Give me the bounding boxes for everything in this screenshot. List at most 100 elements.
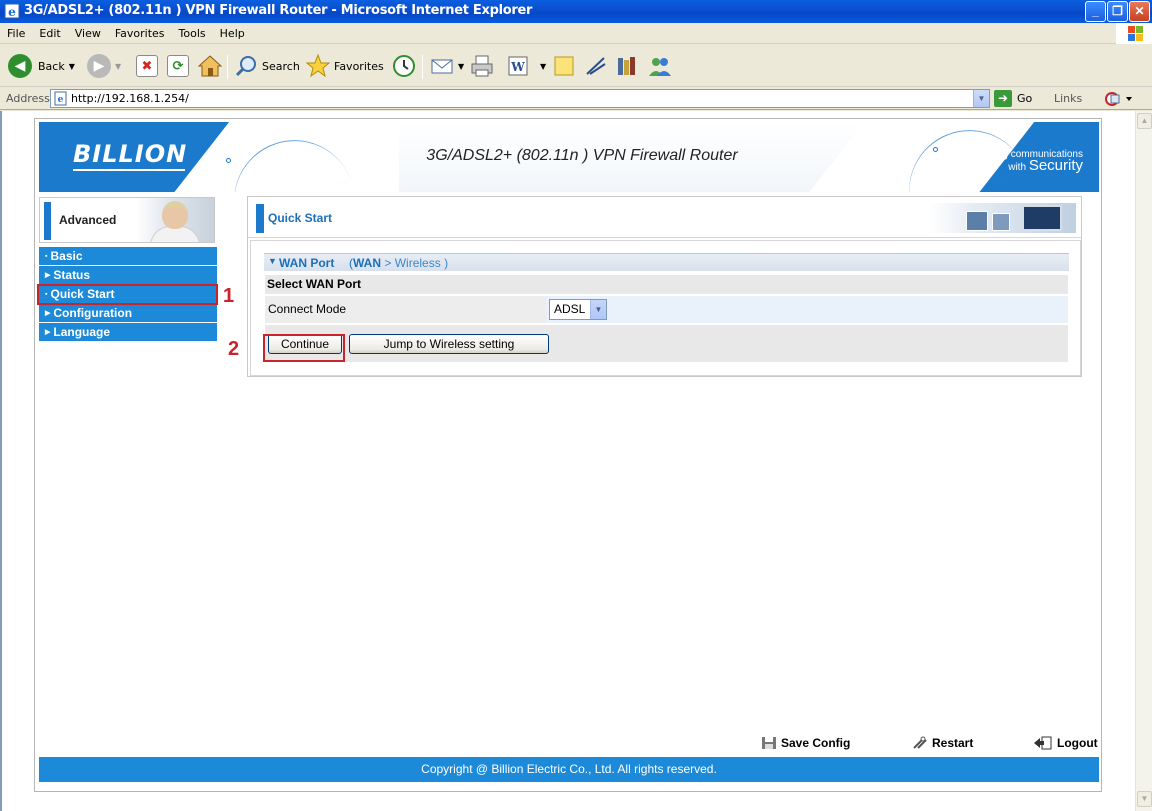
favorites-button[interactable]: Favorites xyxy=(306,53,384,79)
highlight-continue xyxy=(263,334,345,362)
connect-mode-value: ADSL xyxy=(554,302,586,316)
maximize-button[interactable]: ❐ xyxy=(1107,1,1128,22)
forward-dropdown-icon[interactable]: ▼ xyxy=(115,62,121,71)
sidebar-item-label: Status xyxy=(53,268,91,282)
router-page: BILLION 3G/ADSL2+ (802.11n ) VPN Firewal… xyxy=(34,118,1102,792)
sidebar-item-status[interactable]: ▶ Status xyxy=(39,266,217,284)
browser-viewport: ▲ ▼ BILLION 3G/ADSL2+ (802.11n ) VPN Fir… xyxy=(0,111,1152,811)
discuss-button[interactable] xyxy=(552,53,576,79)
forward-button[interactable]: ▶ ▼ xyxy=(87,53,121,79)
menu-help[interactable]: Help xyxy=(213,23,252,44)
home-button[interactable] xyxy=(198,53,222,79)
jump-to-wireless-button[interactable]: Jump to Wireless setting xyxy=(349,334,549,354)
mail-button[interactable]: ▼ xyxy=(430,53,464,79)
select-wan-port-header: Select WAN Port xyxy=(265,275,1068,294)
connect-mode-select[interactable]: ADSL ▼ xyxy=(549,299,607,320)
tagline-with: with xyxy=(1008,162,1027,173)
scroll-up-icon[interactable]: ▲ xyxy=(1137,113,1152,129)
menu-tools[interactable]: Tools xyxy=(172,23,213,44)
address-url: http://192.168.1.254/ xyxy=(71,92,189,105)
save-config-button[interactable]: Save Config xyxy=(761,736,850,750)
edit-dropdown-icon[interactable]: ▼ xyxy=(540,62,546,71)
note-icon xyxy=(554,56,574,76)
search-button[interactable]: Search xyxy=(235,53,300,79)
back-button[interactable]: ◀ Back ▼ xyxy=(8,53,75,79)
menu-view[interactable]: View xyxy=(68,23,108,44)
contacts-icon xyxy=(649,58,671,76)
tagline-security: Security xyxy=(1028,157,1083,174)
logout-label: Logout xyxy=(1057,736,1098,750)
sidebar-item-language[interactable]: ▶ Language xyxy=(39,323,217,341)
address-dropdown-icon[interactable]: ▼ xyxy=(973,90,989,107)
menu-edit[interactable]: Edit xyxy=(32,23,67,44)
edit-button[interactable]: W ▼ xyxy=(506,53,546,79)
save-config-label: Save Config xyxy=(781,736,851,750)
go-button[interactable]: ➜ Go xyxy=(994,90,1032,107)
links-label[interactable]: Links xyxy=(1054,92,1082,105)
page-icon: e xyxy=(54,91,67,106)
links-menu-icon[interactable] xyxy=(1104,91,1136,107)
contacts-button[interactable] xyxy=(647,53,673,79)
mail-dropdown-icon[interactable]: ▼ xyxy=(458,62,464,71)
library-button[interactable] xyxy=(615,53,639,79)
ie-app-icon: e xyxy=(4,3,20,19)
button-row: Continue Jump to Wireless setting xyxy=(265,325,1068,362)
stop-button[interactable]: ✖ xyxy=(136,53,158,79)
window-title: 3G/ADSL2+ (802.11n ) VPN Firewall Router… xyxy=(24,3,533,18)
home-icon xyxy=(198,55,222,77)
crumb-separator: > xyxy=(384,256,392,270)
expand-arrow-icon: ▶ xyxy=(45,272,51,279)
restart-tools-icon xyxy=(913,736,927,749)
office-desk-image-part xyxy=(1022,205,1062,231)
panel-title: Quick Start xyxy=(268,211,333,225)
sidebar-item-configuration[interactable]: ▶ Configuration xyxy=(39,304,217,322)
close-button[interactable]: ✕ xyxy=(1129,1,1150,22)
crumb-current-wan: WAN xyxy=(353,256,381,270)
back-arrow-icon: ◀ xyxy=(8,54,32,78)
menu-file[interactable]: File xyxy=(0,23,32,44)
menu-favorites[interactable]: Favorites xyxy=(108,23,172,44)
stop-icon: ✖ xyxy=(136,55,158,77)
advanced-mode-box[interactable]: Advanced xyxy=(39,197,215,243)
address-input[interactable]: e http://192.168.1.254/ ▼ xyxy=(50,89,990,108)
brand-tagline: Powering communications with Security xyxy=(958,149,1083,174)
messenger-button[interactable] xyxy=(584,53,608,79)
refresh-icon: ⟳ xyxy=(167,55,189,77)
sidebar-item-label: Language xyxy=(53,325,111,339)
support-agent-photo-head xyxy=(162,201,188,229)
back-dropdown-icon[interactable]: ▼ xyxy=(69,62,75,71)
go-arrow-icon: ➜ xyxy=(994,90,1012,107)
logout-button[interactable]: Logout xyxy=(1033,736,1098,750)
accent-bar xyxy=(256,204,264,233)
sidebar-item-basic[interactable]: ▪ Basic xyxy=(39,247,217,265)
refresh-button[interactable]: ⟳ xyxy=(167,53,189,79)
favorites-label: Favorites xyxy=(334,59,384,73)
vertical-scrollbar[interactable]: ▲ ▼ xyxy=(1135,111,1152,811)
svg-text:W: W xyxy=(510,60,525,74)
highlight-quick-start xyxy=(37,284,218,305)
search-icon xyxy=(235,56,256,77)
print-button[interactable] xyxy=(470,53,494,79)
scroll-down-icon[interactable]: ▼ xyxy=(1137,791,1152,807)
billion-logo: BILLION xyxy=(73,140,188,168)
chevron-down-icon[interactable]: ▼ xyxy=(590,300,606,319)
search-label: Search xyxy=(262,59,300,73)
office-desk-image xyxy=(930,203,1076,233)
minimize-button[interactable]: _ xyxy=(1085,1,1106,22)
accent-bar xyxy=(44,202,51,240)
svg-text:e: e xyxy=(8,5,16,19)
history-icon xyxy=(393,55,415,77)
history-button[interactable] xyxy=(392,53,416,79)
restart-button[interactable]: Restart xyxy=(912,736,973,750)
mail-icon xyxy=(431,59,453,74)
advanced-label: Advanced xyxy=(59,213,117,227)
callout-2: 2 xyxy=(228,338,240,360)
logo-underline xyxy=(73,169,185,171)
title-bar: e 3G/ADSL2+ (802.11n ) VPN Firewall Rout… xyxy=(0,0,1152,23)
section-header: ▼ WAN Port (WAN > Wireless ) xyxy=(264,253,1069,271)
collapse-triangle-icon[interactable]: ▼ xyxy=(268,256,277,266)
forward-arrow-icon: ▶ xyxy=(87,54,111,78)
toolbar-separator xyxy=(227,55,228,79)
word-edit-icon: W xyxy=(508,56,528,76)
sidebar-item-label: Configuration xyxy=(53,306,133,320)
